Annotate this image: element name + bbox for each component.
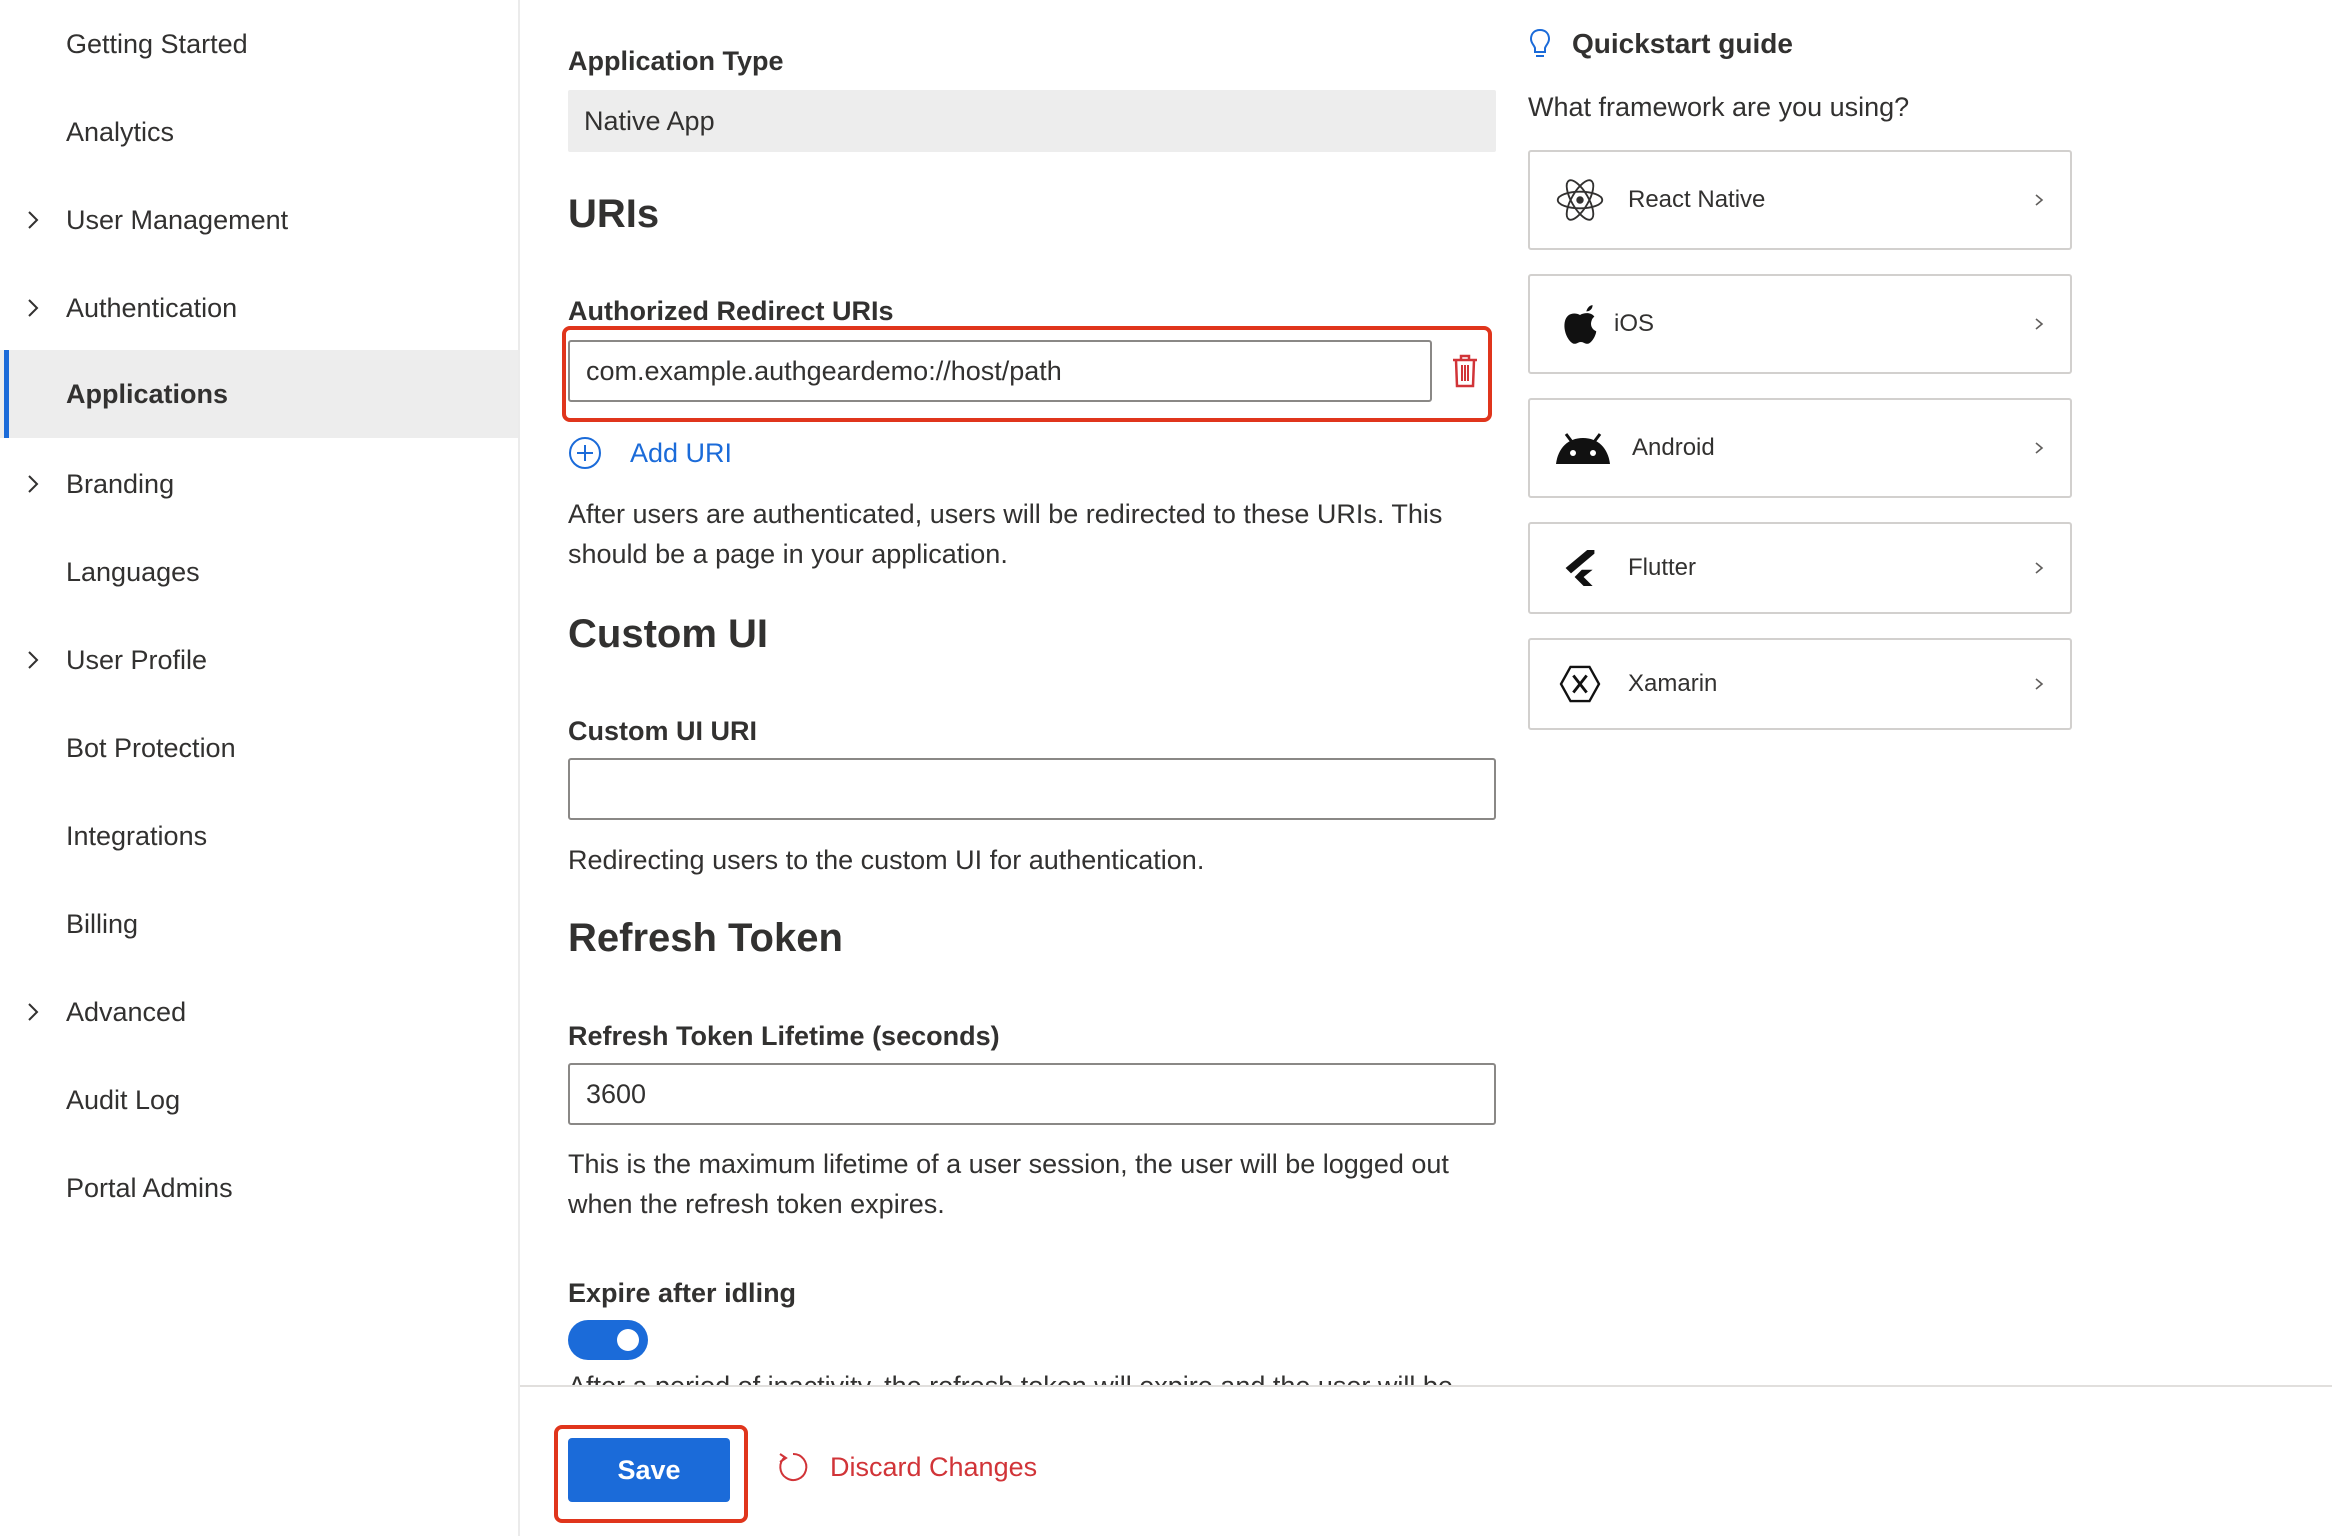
sidebar-item-label: Billing xyxy=(66,908,139,939)
sidebar-item-applications[interactable]: Applications xyxy=(0,350,518,438)
sidebar-item-integrations[interactable]: Integrations xyxy=(0,792,518,880)
toggle-knob xyxy=(617,1329,639,1351)
sidebar-item-label: Bot Protection xyxy=(66,732,236,763)
sidebar-item-branding[interactable]: Branding xyxy=(0,440,518,528)
framework-card-react-native[interactable]: React Native xyxy=(1528,150,2072,250)
refresh-token-help: This is the maximum lifetime of a user s… xyxy=(568,1149,1449,1219)
sidebar-item-billing[interactable]: Billing xyxy=(0,880,518,968)
sidebar-item-user-management[interactable]: User Management xyxy=(0,176,518,264)
sidebar-item-label: Analytics xyxy=(66,116,175,147)
quickstart-question: What framework are you using? xyxy=(1528,92,1910,122)
sidebar-item-analytics[interactable]: Analytics xyxy=(0,88,518,176)
application-type-label: Application Type xyxy=(568,46,784,76)
react-icon xyxy=(1552,172,1608,228)
sidebar-item-label: Getting Started xyxy=(66,28,248,59)
framework-label: iOS xyxy=(1614,310,1655,337)
chevron-right-icon xyxy=(28,475,39,493)
chevron-right-icon xyxy=(28,211,39,229)
sidebar-item-portal-admins[interactable]: Portal Admins xyxy=(0,1144,518,1232)
refresh-token-lifetime-label: Refresh Token Lifetime (seconds) xyxy=(568,1021,1000,1051)
refresh-token-section-title: Refresh Token xyxy=(568,916,843,960)
expire-after-idling-label: Expire after idling xyxy=(568,1278,797,1308)
expire-after-idling-toggle[interactable] xyxy=(568,1320,648,1360)
trash-icon xyxy=(1453,354,1477,388)
chevron-right-icon xyxy=(2035,194,2044,206)
custom-ui-help: Redirecting users to the custom UI for a… xyxy=(568,845,1205,875)
sidebar-item-bot-protection[interactable]: Bot Protection xyxy=(0,704,518,792)
android-icon xyxy=(1554,420,1612,476)
sidebar-item-label: Applications xyxy=(66,378,229,409)
redirect-uris-label: Authorized Redirect URIs xyxy=(568,296,894,326)
add-uri-button[interactable]: Add URI xyxy=(568,436,732,470)
framework-label: Flutter xyxy=(1628,554,1697,581)
add-circle-icon xyxy=(569,437,601,469)
flutter-icon xyxy=(1552,540,1608,596)
custom-ui-uri-label: Custom UI URI xyxy=(568,716,757,746)
framework-label: React Native xyxy=(1628,186,1766,213)
refresh-icon xyxy=(779,1452,808,1481)
sidebar-item-label: Advanced xyxy=(66,996,187,1027)
framework-label: Xamarin xyxy=(1628,670,1718,697)
sidebar-item-audit-log[interactable]: Audit Log xyxy=(0,1056,518,1144)
sidebar-item-label: Audit Log xyxy=(66,1084,181,1115)
sidebar-item-label: Authentication xyxy=(66,292,238,323)
save-button[interactable]: Save xyxy=(568,1438,730,1502)
refresh-token-lifetime-input[interactable]: 3600 xyxy=(568,1063,1496,1125)
redirect-uris-help: After users are authenticated, users wil… xyxy=(568,499,1443,569)
sidebar-item-advanced[interactable]: Advanced xyxy=(0,968,518,1056)
chevron-right-icon xyxy=(28,651,39,669)
sidebar-item-label: User Management xyxy=(66,204,289,235)
xamarin-icon xyxy=(1552,656,1608,712)
sidebar-item-getting-started[interactable]: Getting Started xyxy=(0,0,518,88)
apple-icon xyxy=(1552,296,1608,352)
delete-uri-button[interactable] xyxy=(1450,354,1480,388)
framework-card-android[interactable]: Android xyxy=(1528,398,2072,498)
discard-changes-label: Discard Changes xyxy=(830,1451,1038,1482)
add-uri-label: Add URI xyxy=(630,437,733,468)
sidebar-item-label: User Profile xyxy=(66,644,208,675)
custom-ui-uri-input[interactable] xyxy=(568,758,1496,820)
redirect-uri-input[interactable]: com.example.authgeardemo://host/path xyxy=(568,340,1432,402)
quickstart-title-label: Quickstart guide xyxy=(1572,28,1793,59)
command-bar: Save Discard Changes xyxy=(520,1385,2332,1536)
chevron-right-icon xyxy=(2035,318,2044,330)
sidebar-nav: Getting Started Analytics User Managemen… xyxy=(0,0,520,1536)
sidebar-item-user-profile[interactable]: User Profile xyxy=(0,616,518,704)
chevron-right-icon xyxy=(2035,562,2044,574)
quickstart-title: Quickstart guide xyxy=(1528,28,1793,60)
sidebar-item-label: Branding xyxy=(66,468,175,499)
chevron-right-icon xyxy=(2035,442,2044,454)
custom-ui-section-title: Custom UI xyxy=(568,612,768,656)
application-type-value: Native App xyxy=(568,90,1496,152)
lightbulb-icon xyxy=(1529,28,1551,57)
framework-card-ios[interactable]: iOS xyxy=(1528,274,2072,374)
uris-section-title: URIs xyxy=(568,192,660,236)
chevron-right-icon xyxy=(28,1003,39,1021)
sidebar-item-languages[interactable]: Languages xyxy=(0,528,518,616)
discard-changes-button[interactable]: Discard Changes xyxy=(776,1450,1037,1484)
chevron-right-icon xyxy=(28,299,39,317)
chevron-right-icon xyxy=(2035,678,2044,690)
sidebar-item-label: Integrations xyxy=(66,820,208,851)
framework-card-flutter[interactable]: Flutter xyxy=(1528,522,2072,614)
framework-card-xamarin[interactable]: Xamarin xyxy=(1528,638,2072,730)
expire-after-idling-help: After a period of inactivity, the refres… xyxy=(568,1371,1453,1386)
sidebar-item-authentication[interactable]: Authentication xyxy=(0,264,518,352)
framework-label: Android xyxy=(1632,434,1715,461)
sidebar-item-label: Portal Admins xyxy=(66,1172,233,1203)
sidebar-item-label: Languages xyxy=(66,556,200,587)
